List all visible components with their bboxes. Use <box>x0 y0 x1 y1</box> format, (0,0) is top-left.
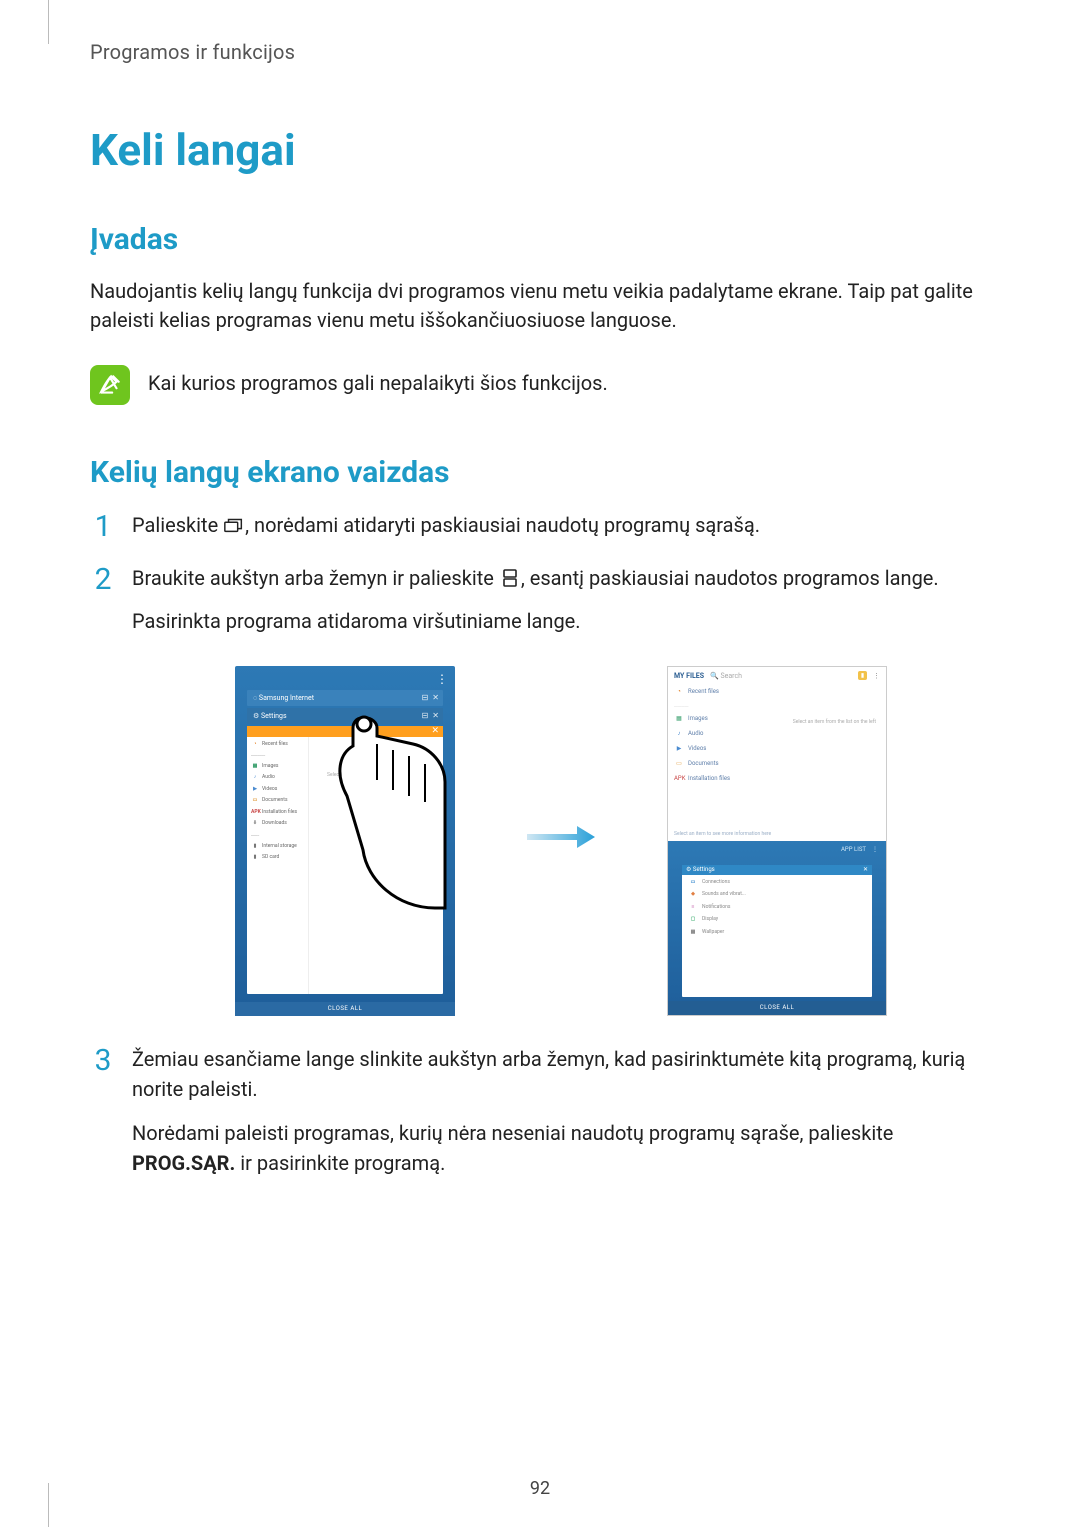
illustration: ⋮ ◌ Samsung Internet ⊟✕ ⚙ Settings ⊟✕ ▣ … <box>132 666 990 1016</box>
section-split-heading: Kelių langų ekrano vaizdas <box>90 455 990 490</box>
note-icon <box>90 365 130 405</box>
side-categories: ◔Recent files ________ ▦Images ♪Audio ▶V… <box>674 687 756 825</box>
device-after: MY FILES 🔍 Search ▮ ⋮ ◔Recent files ____… <box>667 666 887 1016</box>
preview-hint: Select an item from the list on the left <box>793 719 876 727</box>
split-screen-icon: ⊟ <box>422 710 429 722</box>
bottom-pane: APP LIST ⋮ ⚙ Settings ✕ ▭Connections <box>668 841 886 1015</box>
recent-app-card-1: ◌ Samsung Internet ⊟✕ <box>247 690 443 707</box>
page-number: 92 <box>0 1478 1080 1499</box>
overflow-icon: ⋮ <box>873 671 880 682</box>
split-screen-icon <box>499 566 521 596</box>
recent-app-card: ⚙ Settings ✕ ▭Connections ◈Sounds and vi… <box>682 865 872 997</box>
step3-text-a: Žemiau esančiame lange slinkite aukštyn … <box>132 1047 965 1101</box>
step1-text-a: Palieskite <box>132 513 223 537</box>
close-icon: ✕ <box>431 726 439 737</box>
file-tip: Select an item to see more information h… <box>674 831 771 839</box>
step1-text-b: , norėdami atidaryti paskiausiai naudotų… <box>245 513 760 537</box>
overflow-icon: ⋮ <box>436 670 449 688</box>
active-app: ✕ ◔Recent files _______ ▦Images ♪Audio ▶… <box>247 726 443 994</box>
step3-text-b: Norėdami paleisti programas, kurių nėra … <box>132 1121 893 1145</box>
preview-hint: Select an item from the list on the left <box>327 772 437 780</box>
step2-text-a: Braukite aukštyn arba žemyn ir palieskit… <box>132 566 499 590</box>
close-icon: ✕ <box>432 692 439 704</box>
storage-icon: ▮ <box>858 671 867 680</box>
top-pane: MY FILES 🔍 Search ▮ ⋮ ◔Recent files ____… <box>668 667 886 841</box>
device-before: ⋮ ◌ Samsung Internet ⊟✕ ⚙ Settings ⊟✕ ▣ … <box>235 666 455 1016</box>
search-input: 🔍 Search <box>710 671 742 682</box>
overflow-icon: ⋮ <box>872 845 878 854</box>
note-text: Kai kurios programos gali nepalaikyti ši… <box>148 363 608 398</box>
file-list: ◔Recent files _______ ▦Images ♪Audio ▶Vi… <box>247 737 309 994</box>
step-3: 3 Žemiau esančiame lange slinkite aukšty… <box>90 1044 990 1178</box>
step3-text-d: ir pasirinkite programą. <box>235 1151 445 1175</box>
step3-prog-sar: PROG.SĄR. <box>132 1151 235 1175</box>
intro-paragraph: Naudojantis kelių langų funkcija dvi pro… <box>90 277 990 335</box>
app-list-label: APP LIST <box>841 845 866 854</box>
app-title: MY FILES <box>674 671 704 682</box>
page-title: Keli langai <box>90 124 990 176</box>
note-callout: Kai kurios programos gali nepalaikyti ši… <box>90 363 990 405</box>
step-2: 2 Braukite aukštyn arba žemyn ir paliesk… <box>90 563 990 1026</box>
close-all-button: CLOSE ALL <box>235 1002 455 1016</box>
close-icon: ✕ <box>432 710 439 722</box>
step2-text-b: , esantį paskiausiai naudotos programos … <box>521 566 939 590</box>
close-icon: ✕ <box>863 865 868 875</box>
close-all-button: CLOSE ALL <box>668 1001 886 1015</box>
arrow-right-icon <box>525 823 597 859</box>
recents-icon <box>223 513 245 543</box>
section-intro-heading: Įvadas <box>90 222 990 257</box>
step2-text-c: Pasirinkta programa atidaroma viršutinia… <box>132 609 581 633</box>
chapter-header: Programos ir funkcijos <box>90 40 990 64</box>
step-1: 1 Palieskite , norėdami atidaryti paskia… <box>90 510 990 545</box>
split-screen-icon: ⊟ <box>422 692 429 704</box>
recent-app-card-2: ⚙ Settings ⊟✕ <box>247 708 443 725</box>
